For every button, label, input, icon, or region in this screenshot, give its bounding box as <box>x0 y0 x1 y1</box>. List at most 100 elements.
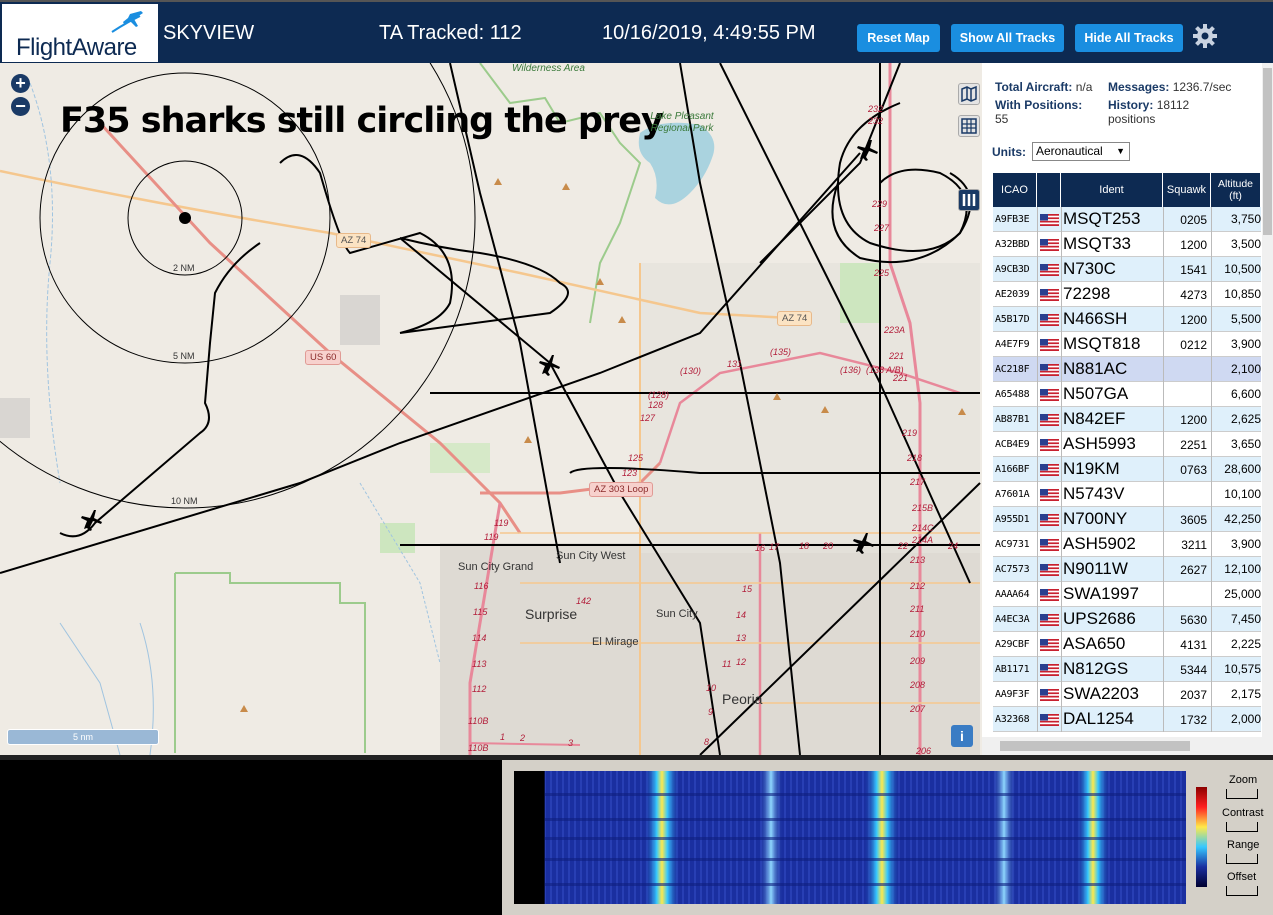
zoom-in-button[interactable]: + <box>11 74 30 93</box>
altitude-cell: 28,600 <box>1224 462 1261 476</box>
altitude-cell: 42,250 <box>1224 512 1261 526</box>
squawk-cell: 5344 <box>1180 663 1207 677</box>
route-num: 13 <box>736 633 747 643</box>
flightaware-logo[interactable]: FlightAware <box>2 4 158 62</box>
altitude-cell: 12,100 <box>1224 562 1261 576</box>
dropdown-arrow-icon: ▼ <box>1116 146 1125 156</box>
us-flag-icon <box>1040 439 1059 451</box>
info-button[interactable]: i <box>951 725 973 747</box>
squawk-cell: 2627 <box>1180 563 1207 577</box>
squawk-cell: 1200 <box>1180 238 1207 252</box>
range-slider[interactable] <box>1226 854 1258 864</box>
table-row[interactable]: AB1171 N812GS 5344 10,575 <box>993 657 1261 682</box>
route-num: 123 <box>622 468 638 478</box>
gear-icon[interactable] <box>1191 22 1219 50</box>
squawk-cell: 1200 <box>1180 413 1207 427</box>
sidebar-horizontal-scroll-thumb[interactable] <box>1000 741 1190 751</box>
show-all-tracks-button[interactable]: Show All Tracks <box>951 24 1064 52</box>
zoom-out-button[interactable]: − <box>11 97 30 116</box>
route-num: 221 <box>889 351 905 361</box>
route-num: 214A <box>912 535 934 545</box>
ident-cell: N9011W <box>1063 559 1128 578</box>
app-title: SKYVIEW <box>163 22 255 44</box>
route-num: 217 <box>910 477 926 487</box>
table-row[interactable]: A9CB3D N730C 1541 10,500 <box>993 257 1261 282</box>
route-num: 1 <box>500 732 506 742</box>
altitude-cell: 3,500 <box>1230 237 1261 251</box>
us-flag-icon <box>1040 714 1059 726</box>
col-header-altitude[interactable]: Altitude (ft) <box>1211 173 1261 207</box>
col-header-flag[interactable] <box>1037 173 1061 207</box>
us-flag-icon <box>1040 389 1059 401</box>
sidebar-vertical-scroll-thumb[interactable] <box>1263 68 1272 235</box>
us-flag-icon <box>1040 514 1059 526</box>
us-flag-icon <box>1040 289 1059 301</box>
icao-cell: AA9F3F <box>995 689 1030 700</box>
route-num: 127 <box>640 413 656 423</box>
table-row[interactable]: A955D1 N700NY 3605 42,250 <box>993 507 1261 532</box>
altitude-cell: 10,500 <box>1224 262 1261 276</box>
route-num: (130) <box>680 366 702 376</box>
table-row[interactable]: AAAA64 SWA1997 25,000 <box>993 582 1261 607</box>
col-header-squawk[interactable]: Squawk <box>1163 173 1211 207</box>
zoom-slider[interactable] <box>1226 789 1258 799</box>
squawk-cell: 4273 <box>1180 288 1207 302</box>
reset-map-button[interactable]: Reset Map <box>857 24 940 52</box>
place-peoria: Peoria <box>722 691 763 707</box>
route-num: 209 <box>910 656 926 666</box>
route-num: 227 <box>874 223 890 233</box>
table-row[interactable]: A4EC3A UPS2686 5630 7,450 <box>993 607 1261 632</box>
icao-cell: A4EC3A <box>995 614 1030 625</box>
route-num: (136) <box>840 365 862 375</box>
table-row[interactable]: A32368 DAL1254 1732 2,000 <box>993 707 1261 732</box>
hide-all-tracks-button[interactable]: Hide All Tracks <box>1075 24 1183 52</box>
icao-cell: AB1171 <box>995 664 1030 675</box>
table-row[interactable]: AC9731 ASH5902 3211 3,900 <box>993 532 1261 557</box>
altitude-cell: 3,900 <box>1230 337 1261 351</box>
ident-cell: N5743V <box>1063 484 1125 503</box>
ident-cell: MSQT253 <box>1063 209 1141 228</box>
route-num: 225 <box>874 268 890 278</box>
map-icon <box>961 85 977 103</box>
route-num: 119 <box>484 532 499 542</box>
col-header-icao[interactable]: ICAO <box>993 173 1037 207</box>
table-row[interactable]: AB87B1 N842EF 1200 2,625 <box>993 407 1261 432</box>
squawk-cell: 4131 <box>1180 638 1207 652</box>
table-row[interactable]: A65488 N507GA 6,600 <box>993 382 1261 407</box>
route-num: 12 <box>736 657 747 667</box>
table-row[interactable]: AC7573 N9011W 2627 12,100 <box>993 557 1261 582</box>
route-num: 142 <box>576 596 592 606</box>
contrast-slider[interactable] <box>1226 822 1258 832</box>
ident-cell: 72298 <box>1063 284 1111 303</box>
table-row[interactable]: AA9F3F SWA2203 2037 2,175 <box>993 682 1261 707</box>
map-view[interactable]: + − F35 sharks still circling the prey 2… <box>0 63 982 755</box>
col-header-ident[interactable]: Ident <box>1061 173 1163 207</box>
table-row[interactable]: A4E7F9 MSQT818 0212 3,900 <box>993 332 1261 357</box>
table-row[interactable]: AE2039 72298 4273 10,850 <box>993 282 1261 307</box>
table-row[interactable]: A166BF N19KM 0763 28,600 <box>993 457 1261 482</box>
altitude-cell: 7,450 <box>1230 612 1261 626</box>
route-num: 212 <box>910 581 926 591</box>
map-grid-button[interactable] <box>958 115 980 137</box>
altitude-cell: 2,625 <box>1230 412 1261 426</box>
route-num: 214C <box>912 523 934 533</box>
map-canvas <box>0 63 981 755</box>
units-select[interactable]: Aeronautical ▼ <box>1032 142 1130 161</box>
us-flag-icon <box>1040 639 1059 651</box>
offset-slider[interactable] <box>1226 886 1258 896</box>
table-row[interactable]: AC218F N881AC 2,100 <box>993 357 1261 382</box>
toggle-sidebar-button[interactable] <box>958 189 980 211</box>
table-row[interactable]: A32BBD MSQT33 1200 3,500 <box>993 232 1261 257</box>
map-layers-button[interactable] <box>958 83 980 105</box>
route-num: 20 <box>823 541 834 551</box>
table-row[interactable]: ACB4E9 ASH5993 2251 3,650 <box>993 432 1261 457</box>
table-row[interactable]: A7601A N5743V 10,100 <box>993 482 1261 507</box>
table-row[interactable]: A29CBF ASA650 4131 2,225 <box>993 632 1261 657</box>
route-num: 208 <box>910 680 926 690</box>
table-row[interactable]: A9FB3E MSQT253 0205 3,750 <box>993 207 1261 232</box>
table-row[interactable]: A5B17D N466SH 1200 5,500 <box>993 307 1261 332</box>
route-num: 2 <box>520 733 526 743</box>
icao-cell: A4E7F9 <box>995 339 1030 350</box>
airplane-icon <box>111 11 143 33</box>
altitude-cell: 10,850 <box>1224 287 1261 301</box>
